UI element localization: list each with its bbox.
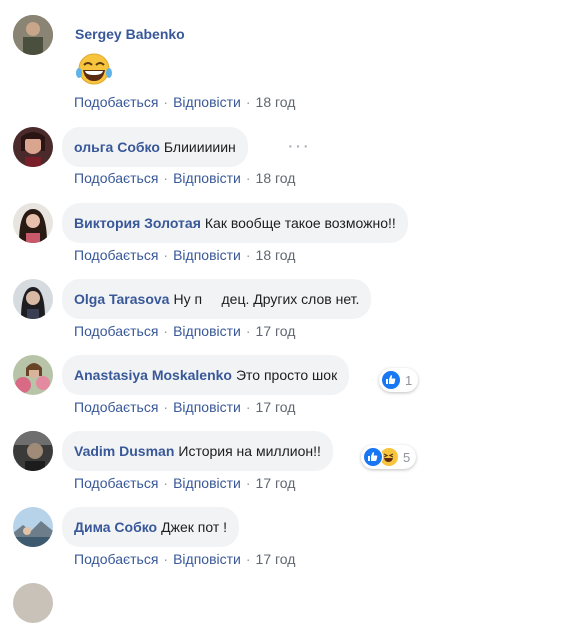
avatar[interactable] (13, 355, 53, 395)
comment-author[interactable]: Olga Tarasova (74, 291, 169, 307)
reply-link[interactable]: Відповісти (173, 399, 241, 415)
timestamp[interactable]: 18 год (256, 170, 296, 186)
like-reaction-icon (381, 370, 401, 390)
reply-link[interactable]: Відповісти (173, 551, 241, 567)
separator: · (245, 94, 251, 110)
timestamp[interactable]: 17 год (256, 551, 296, 567)
separator: · (163, 247, 169, 263)
separator: · (163, 399, 169, 415)
comment-text: Блиииииин (163, 139, 236, 155)
comment-actions: Подобається · Відповісти · 17 год (74, 475, 295, 491)
timestamp[interactable]: 18 год (256, 94, 296, 110)
timestamp[interactable]: 18 год (256, 247, 296, 263)
separator: · (245, 323, 251, 339)
like-link[interactable]: Подобається (74, 475, 158, 491)
grinning-sweat-emoji-icon (74, 53, 114, 85)
comment-actions: Подобається · Відповісти · 17 год (74, 323, 295, 339)
reply-link[interactable]: Відповісти (173, 323, 241, 339)
comment-author[interactable]: Дима Собко (74, 519, 157, 535)
avatar-photo-icon (13, 279, 53, 319)
like-link[interactable]: Подобається (74, 551, 158, 567)
avatar[interactable] (13, 583, 53, 623)
avatar-photo-icon (13, 127, 53, 167)
like-link[interactable]: Подобається (74, 170, 158, 186)
comment-text: Джек пот ! (161, 519, 228, 535)
comment-bubble: ольга Собко Блиииииин (62, 127, 248, 167)
comment-author[interactable]: Sergey Babenko (75, 26, 185, 42)
timestamp[interactable]: 17 год (256, 399, 296, 415)
avatar[interactable] (13, 127, 53, 167)
like-link[interactable]: Подобається (74, 323, 158, 339)
avatar[interactable] (13, 431, 53, 471)
like-link[interactable]: Подобається (74, 399, 158, 415)
comment-text: История на миллион!! (178, 443, 321, 459)
avatar[interactable] (13, 279, 53, 319)
separator: · (245, 399, 251, 415)
like-reaction-icon (363, 447, 383, 467)
comment-text: Это просто шок (235, 367, 338, 383)
reaction-count: 5 (403, 449, 411, 465)
comment-bubble: Виктория Золотая Как вообще такое возможн… (62, 203, 408, 243)
more-options-icon[interactable]: ··· (287, 135, 310, 158)
avatar-photo-icon (13, 203, 53, 243)
separator: · (163, 475, 169, 491)
separator: · (245, 170, 251, 186)
avatar-photo-icon (13, 15, 53, 55)
separator: · (245, 551, 251, 567)
reaction-count: 1 (405, 372, 413, 388)
timestamp[interactable]: 17 год (256, 475, 296, 491)
comment-actions: Подобається · Відповісти · 18 год (74, 170, 295, 186)
like-link[interactable]: Подобається (74, 94, 158, 110)
avatar[interactable] (13, 203, 53, 243)
separator: · (163, 94, 169, 110)
comment-author[interactable]: Виктория Золотая (74, 215, 201, 231)
comment-author[interactable]: ольга Собко (74, 139, 160, 155)
separator: · (163, 170, 169, 186)
comment-bubble: Anastasiya Moskalenko Это просто шок (62, 355, 350, 395)
reaction-summary[interactable]: 1 (379, 368, 419, 392)
comment-actions: Подобається · Відповісти · 17 год (74, 399, 295, 415)
avatar[interactable] (13, 15, 53, 55)
avatar-photo-icon (13, 431, 53, 471)
avatar-photo-icon (13, 355, 53, 395)
comment-bubble: Olga Tarasova Ну п дец. Других слов нет. (62, 279, 372, 319)
reply-link[interactable]: Відповісти (173, 247, 241, 263)
comment-author[interactable]: Vadim Dusman (74, 443, 174, 459)
like-link[interactable]: Подобається (74, 247, 158, 263)
reply-link[interactable]: Відповісти (173, 170, 241, 186)
comment-bubble: Vadim Dusman История на миллион!! (62, 431, 333, 471)
comment-bubble: Дима Собко Джек пот ! (62, 507, 240, 547)
comment-actions: Подобається · Відповісти · 18 год (74, 247, 295, 263)
separator: · (245, 247, 251, 263)
reply-link[interactable]: Відповісти (173, 94, 241, 110)
separator: · (245, 475, 251, 491)
comment-author[interactable]: Anastasiya Moskalenko (74, 367, 232, 383)
reply-link[interactable]: Відповісти (173, 475, 241, 491)
separator: · (163, 551, 169, 567)
comment-text: Как вообще такое возможно!! (204, 215, 396, 231)
comment-text: Ну п дец. Других слов нет. (173, 291, 360, 307)
timestamp[interactable]: 17 год (256, 323, 296, 339)
separator: · (163, 323, 169, 339)
comment-actions: Подобається · Відповісти · 17 год (74, 551, 295, 567)
avatar[interactable] (13, 507, 53, 547)
avatar-photo-icon (13, 507, 53, 547)
reaction-summary[interactable]: 5 (361, 445, 417, 469)
comment-actions: Подобається · Відповісти · 18 год (74, 94, 295, 110)
